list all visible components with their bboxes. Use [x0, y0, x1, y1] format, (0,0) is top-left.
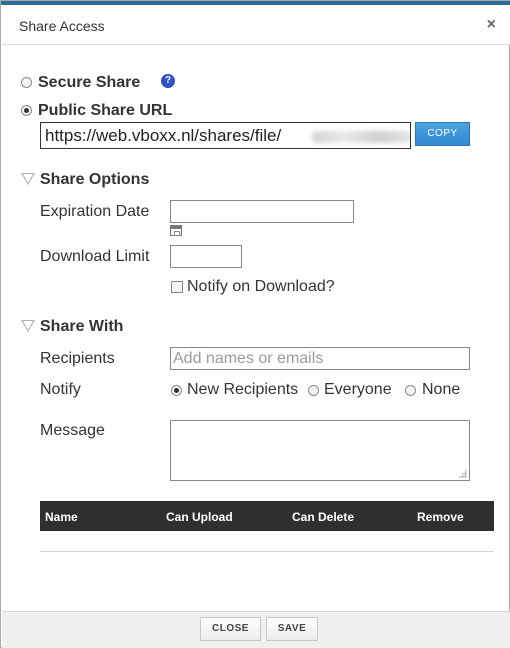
column-header-remove: Remove — [417, 510, 464, 524]
collapse-triangle-icon[interactable] — [21, 173, 35, 185]
redacted-url-token — [312, 131, 410, 143]
share-options-heading[interactable]: Share Options — [40, 171, 149, 189]
message-label: Message — [40, 422, 105, 439]
share-with-heading[interactable]: Share With — [40, 318, 123, 336]
secure-share-radio[interactable] — [21, 77, 32, 88]
download-limit-input[interactable] — [170, 245, 242, 268]
notify-none-label[interactable]: None — [422, 381, 460, 399]
notify-new-recipients-radio[interactable] — [171, 385, 182, 396]
expiration-date-input[interactable] — [170, 200, 354, 223]
recipients-label: Recipients — [40, 350, 115, 367]
collapse-triangle-icon[interactable] — [21, 320, 35, 332]
recipients-table-header: Name Can Upload Can Delete Remove — [40, 501, 494, 531]
secure-share-label[interactable]: Secure Share — [38, 74, 140, 92]
close-icon[interactable]: × — [487, 16, 496, 34]
expiration-date-label: Expiration Date — [40, 203, 150, 220]
column-header-can-upload: Can Upload — [166, 510, 233, 524]
title-bar: Share Access × — [2, 5, 510, 45]
table-divider — [40, 551, 494, 552]
notify-download-label[interactable]: Notify on Download? — [187, 278, 335, 296]
resize-grip-icon[interactable] — [458, 469, 467, 478]
download-limit-field[interactable] — [171, 246, 241, 267]
share-url-text: https://web.vboxx.nl/shares/file/ — [45, 126, 282, 145]
column-header-name: Name — [45, 510, 78, 524]
expiration-date-field[interactable] — [171, 201, 353, 222]
public-share-radio[interactable] — [21, 105, 32, 116]
notify-none-radio[interactable] — [405, 385, 416, 396]
copy-button[interactable]: COPY — [415, 122, 470, 146]
public-share-label[interactable]: Public Share URL — [38, 102, 172, 120]
download-limit-label: Download Limit — [40, 248, 150, 265]
message-textarea[interactable] — [170, 420, 470, 481]
calendar-icon[interactable] — [170, 225, 182, 236]
dialog-title: Share Access — [19, 18, 105, 34]
notify-everyone-radio[interactable] — [308, 385, 319, 396]
share-url-field[interactable]: https://web.vboxx.nl/shares/file/ — [40, 122, 411, 149]
column-header-can-delete: Can Delete — [292, 510, 355, 524]
recipients-input[interactable] — [170, 347, 470, 370]
help-icon[interactable]: ? — [161, 74, 175, 88]
notify-label: Notify — [40, 381, 81, 398]
save-button[interactable]: SAVE — [266, 617, 318, 641]
notify-new-recipients-label[interactable]: New Recipients — [187, 381, 298, 399]
notify-everyone-label[interactable]: Everyone — [324, 381, 392, 399]
share-access-dialog: Share Access × Secure Share ? Public Sha… — [0, 0, 510, 648]
close-button[interactable]: CLOSE — [200, 617, 261, 641]
recipients-field[interactable] — [171, 348, 469, 369]
notify-download-checkbox[interactable] — [171, 281, 183, 293]
